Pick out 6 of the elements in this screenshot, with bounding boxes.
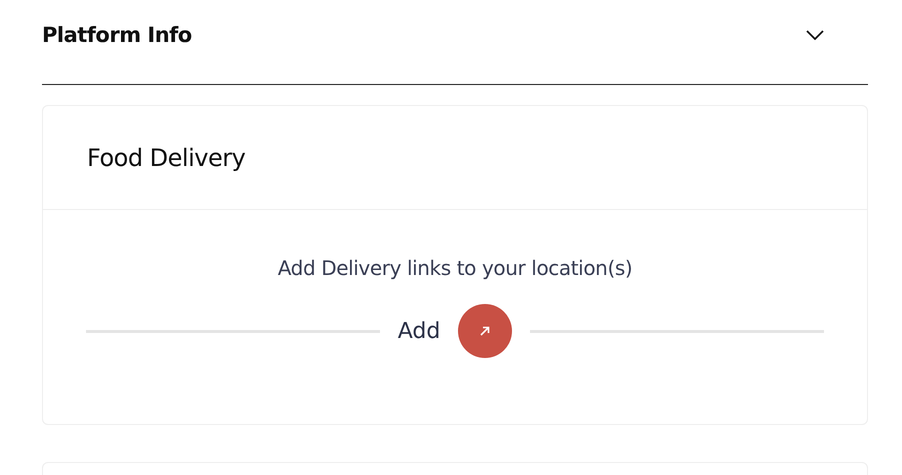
chevron-down-icon[interactable] bbox=[806, 30, 824, 40]
card-title: Food Delivery bbox=[87, 144, 246, 172]
arrow-icon bbox=[479, 325, 492, 337]
delivery-message: Add Delivery links to your location(s) bbox=[278, 256, 632, 280]
add-label: Add bbox=[398, 318, 440, 344]
section-title: Platform Info bbox=[42, 23, 192, 47]
